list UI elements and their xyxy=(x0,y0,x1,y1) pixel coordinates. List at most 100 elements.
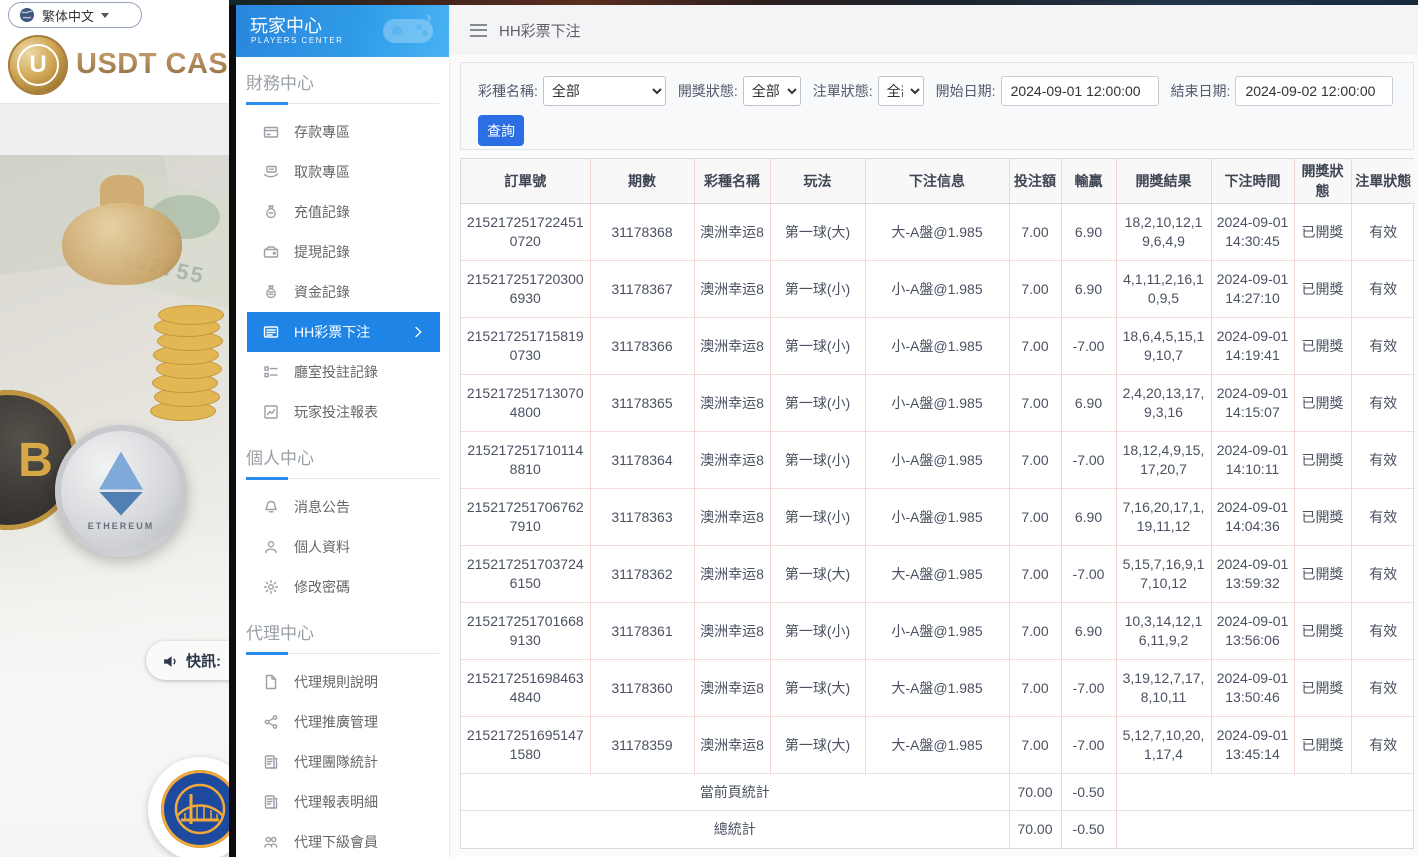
sidebar-item-代理推廣管理[interactable]: 代理推廣管理 xyxy=(236,702,449,742)
sidebar-item-label: 代理規則說明 xyxy=(294,674,378,690)
table-cell: 7.00 xyxy=(1009,431,1062,489)
table-cell: 2152172516951471580 xyxy=(461,716,591,774)
table-cell: 2024-09-01 13:45:14 xyxy=(1211,716,1295,774)
table-row: 2152172517067627910 31178363 澳洲幸运8 第一球(小) 小-… xyxy=(461,488,1415,546)
table-cell: 6.90 xyxy=(1061,602,1117,660)
table-cell: 大-A盤@1.985 xyxy=(865,659,1010,717)
summary-label: 總統計 xyxy=(461,810,1010,848)
table-cell: 7.00 xyxy=(1009,203,1062,261)
sidebar-item-存款專區[interactable]: 存款專區 xyxy=(236,112,449,152)
sidebar-item-取款專區[interactable]: 取款專區 xyxy=(236,152,449,192)
table-cell: 澳洲幸运8 xyxy=(694,374,771,432)
table-cell: 31178360 xyxy=(590,659,695,717)
table-cell: 小-A盤@1.985 xyxy=(865,317,1010,375)
top-dark-strip xyxy=(229,0,1418,5)
sidebar-item-代理規則說明[interactable]: 代理規則說明 xyxy=(236,662,449,702)
start-date-input[interactable] xyxy=(1000,76,1159,106)
table-cell: 7,16,20,17,1,19,11,12 xyxy=(1116,488,1212,546)
chart-icon xyxy=(263,404,279,420)
column-header: 下注時間 xyxy=(1211,159,1295,204)
start-date-label: 開始日期: xyxy=(935,83,996,99)
sidebar-section-title: 代理中心 xyxy=(246,619,439,655)
table-cell: 2152172517224510720 xyxy=(461,203,591,261)
table-cell: 已開獎 xyxy=(1294,716,1352,774)
column-header: 彩種名稱 xyxy=(694,159,771,204)
sidebar-item-資金記錄[interactable]: 資金記錄 xyxy=(236,272,449,312)
table-cell: 已開獎 xyxy=(1294,659,1352,717)
table-cell: 第一球(小) xyxy=(770,260,866,318)
table-cell: 7.00 xyxy=(1009,545,1062,603)
summary-row: 當前頁統計 70.00 -0.50 xyxy=(461,773,1415,811)
app-window: 462755 B ETHEREUM U USDT CASINO xyxy=(0,0,1418,857)
sidebar-item-玩家投注報表[interactable]: 玩家投注報表 xyxy=(236,392,449,432)
sidebar-subtitle: PLAYERS CENTER xyxy=(251,36,344,45)
lottery-name-select[interactable]: 全部 xyxy=(542,76,666,106)
end-date-input[interactable] xyxy=(1235,76,1394,106)
sidebar-item-代理報表明細[interactable]: 代理報表明細 xyxy=(236,782,449,822)
sidebar-item-修改密碼[interactable]: 修改密碼 xyxy=(236,567,449,607)
sidebar-item-label: 資金記錄 xyxy=(294,284,350,300)
table-cell: 7.00 xyxy=(1009,716,1062,774)
column-header: 下注信息 xyxy=(865,159,1010,204)
column-header: 期數 xyxy=(590,159,695,204)
table-row: 2152172517203006930 31178367 澳洲幸运8 第一球(小) 小-… xyxy=(461,260,1415,318)
table-cell: 7.00 xyxy=(1009,602,1062,660)
table-row: 2152172517130704800 31178365 澳洲幸运8 第一球(小) 小-… xyxy=(461,374,1415,432)
sidebar-item-label: 充值記錄 xyxy=(294,204,350,220)
table-cell: 31178364 xyxy=(590,431,695,489)
language-selector[interactable]: 繁体中文 xyxy=(8,2,142,28)
draw-status-select[interactable]: 全部 xyxy=(742,76,801,106)
table-cell: 2152172517016689130 xyxy=(461,602,591,660)
card-icon xyxy=(263,124,279,140)
summary-winloss-total: -0.50 xyxy=(1061,810,1117,848)
sidebar-item-代理下級會員[interactable]: 代理下級會員 xyxy=(236,822,449,857)
order-status-select[interactable]: 全部 xyxy=(877,76,924,106)
table-cell: 已開獎 xyxy=(1294,374,1352,432)
order-status-label: 注單狀態: xyxy=(812,83,873,99)
column-header: 投注額 xyxy=(1009,159,1062,204)
menu-toggle-icon[interactable] xyxy=(470,23,487,37)
table-cell: 第一球(小) xyxy=(770,317,866,375)
sidebar-item-label: 代理報表明細 xyxy=(294,794,378,810)
table-cell: 2152172517158190730 xyxy=(461,317,591,375)
news-ticker-label: 快訊: xyxy=(186,653,221,670)
bridge-logo-icon xyxy=(161,770,229,848)
left-promo-panel: 462755 B ETHEREUM U USDT CASINO xyxy=(0,0,229,857)
table-cell: 澳洲幸运8 xyxy=(694,602,771,660)
sidebar-item-充值記錄[interactable]: 充值記錄 xyxy=(236,192,449,232)
summary-winloss-total: -0.50 xyxy=(1061,773,1117,811)
table-row: 2152172517224510720 31178368 澳洲幸运8 第一球(大) 大-… xyxy=(461,203,1415,261)
table-cell: 4,1,11,2,16,10,9,5 xyxy=(1116,260,1212,318)
sidebar-item-代理團隊統計[interactable]: 代理團隊統計 xyxy=(236,742,449,782)
table-cell: 2,4,20,13,17,9,3,16 xyxy=(1116,374,1212,432)
bell-icon xyxy=(263,499,279,515)
table-cell: 已開獎 xyxy=(1294,602,1352,660)
sidebar-item-提現記錄[interactable]: 提現記錄 xyxy=(236,232,449,272)
table-cell: 2152172517101148810 xyxy=(461,431,591,489)
table-cell: 第一球(小) xyxy=(770,431,866,489)
column-header: 注單狀態 xyxy=(1351,159,1415,204)
table-cell: 7.00 xyxy=(1009,317,1062,375)
table-header-row: 訂單號 期數 彩種名稱 玩法 下注信息 投注額 輸贏 開獎結果 下注時間 開獎狀態 注單狀態 xyxy=(461,159,1415,204)
sidebar-item-個人資料[interactable]: 個人資料 xyxy=(236,527,449,567)
table-cell: 31178365 xyxy=(590,374,695,432)
sidebar-item-HH彩票下注[interactable]: HH彩票下注 xyxy=(247,312,440,352)
table-cell: 2152172517130704800 xyxy=(461,374,591,432)
table-cell: 大-A盤@1.985 xyxy=(865,716,1010,774)
sidebar-item-label: 個人資料 xyxy=(294,539,350,555)
page-title: HH彩票下注 xyxy=(499,22,581,40)
sidebar-item-廳室投註記錄[interactable]: 廳室投註記錄 xyxy=(236,352,449,392)
table-cell: 5,12,7,10,20,1,17,4 xyxy=(1116,716,1212,774)
bets-table-panel: 訂單號 期數 彩種名稱 玩法 下注信息 投注額 輸贏 開獎結果 下注時間 開獎狀態 注單狀態 215… xyxy=(460,158,1415,849)
table-cell: 已開獎 xyxy=(1294,545,1352,603)
table-cell: 有效 xyxy=(1351,716,1415,774)
search-button[interactable]: 查詢 xyxy=(478,115,524,146)
table-cell: 有效 xyxy=(1351,431,1415,489)
usdt-coin-logo: U xyxy=(8,35,68,95)
table-cell: 小-A盤@1.985 xyxy=(865,431,1010,489)
table-cell: 第一球(大) xyxy=(770,545,866,603)
table-cell: 18,2,10,12,19,6,4,9 xyxy=(1116,203,1212,261)
table-cell: 10,3,14,12,16,11,9,2 xyxy=(1116,602,1212,660)
sidebar-item-消息公告[interactable]: 消息公告 xyxy=(236,487,449,527)
table-cell: 小-A盤@1.985 xyxy=(865,488,1010,546)
